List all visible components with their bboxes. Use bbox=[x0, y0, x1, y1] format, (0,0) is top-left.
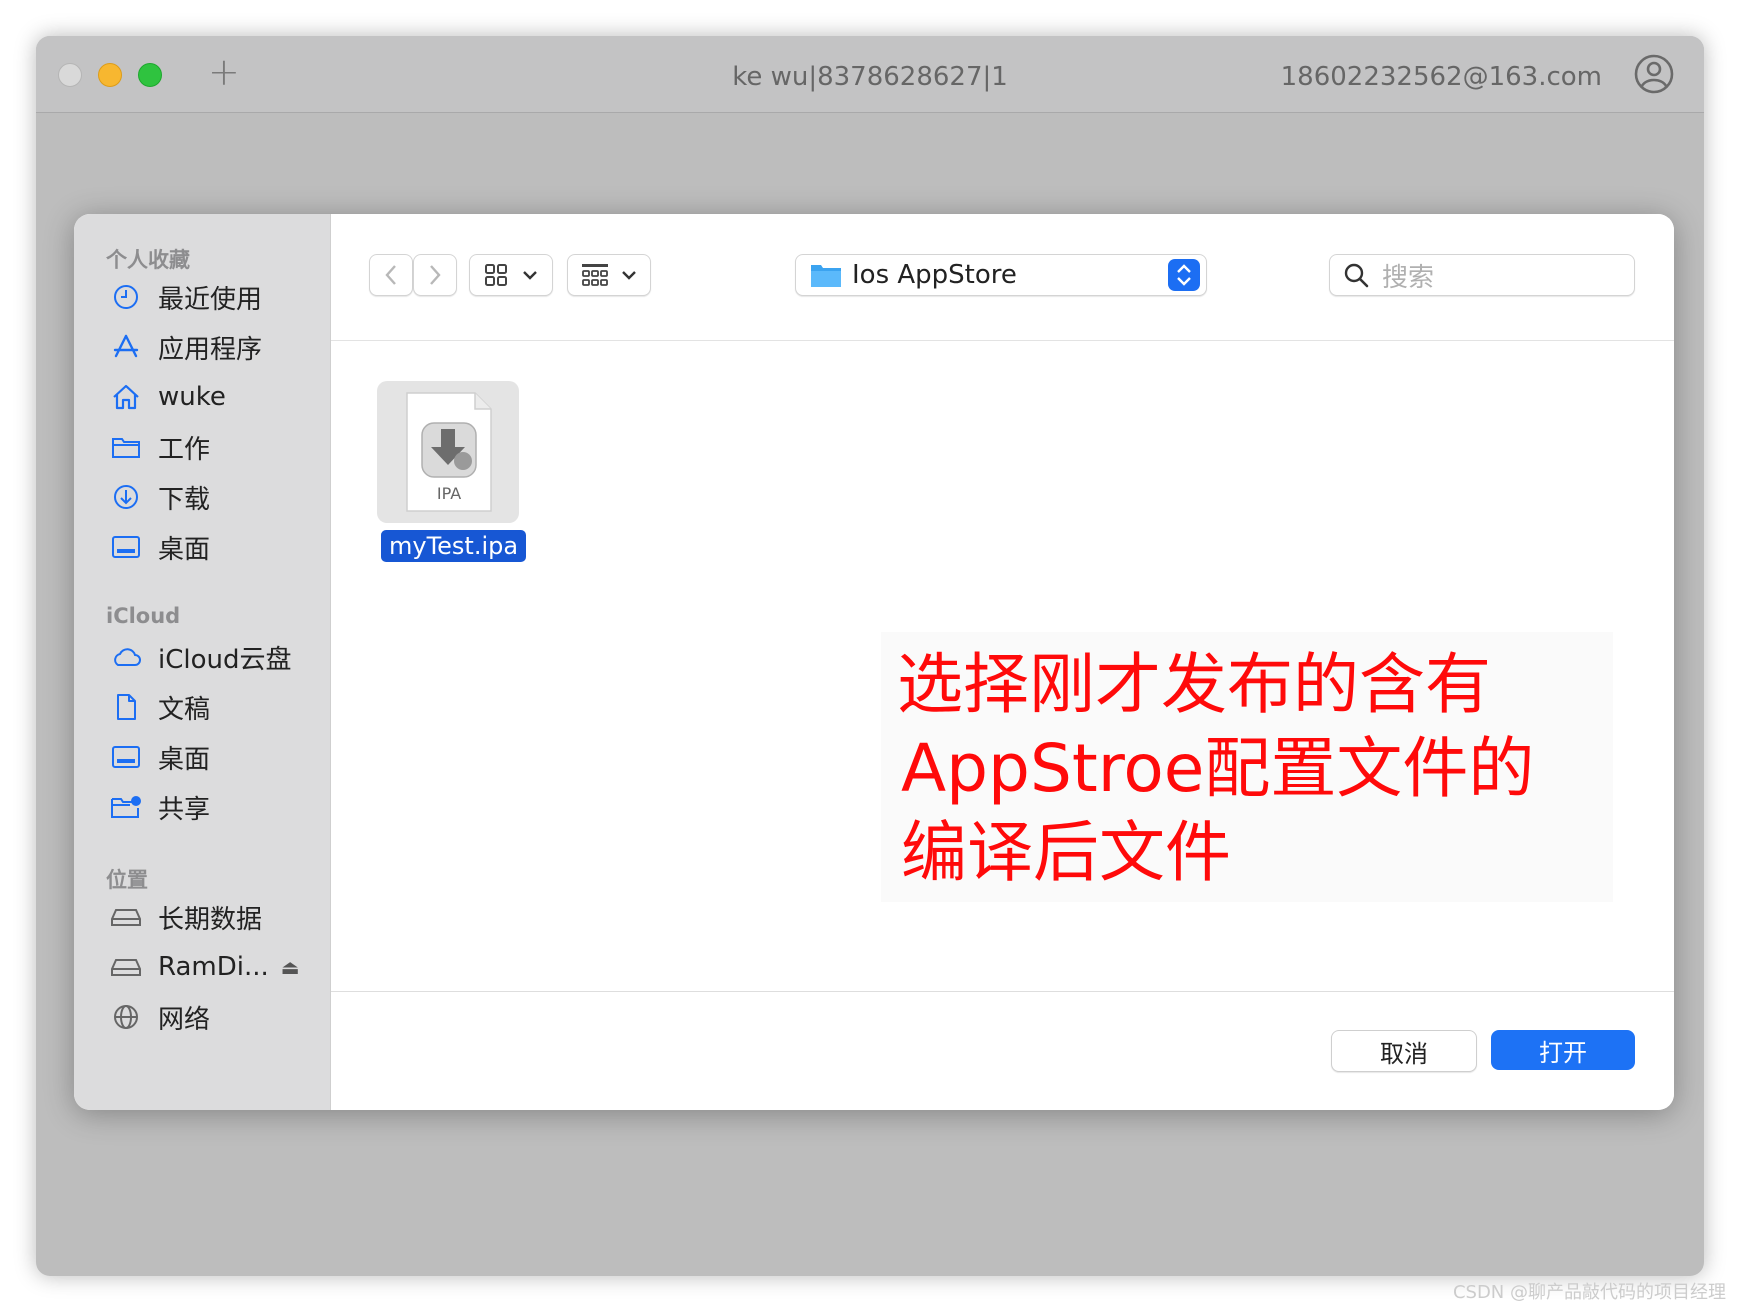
sidebar-item-label: 应用程序 bbox=[158, 334, 263, 365]
appstore-icon bbox=[110, 331, 142, 363]
drive-icon bbox=[110, 901, 142, 933]
account-email: 18602232562@163.com bbox=[1280, 62, 1602, 92]
sidebar-item-label: 桌面 bbox=[158, 534, 211, 565]
sidebar-item-label: 网络 bbox=[158, 1004, 211, 1035]
sidebar-item-documents[interactable]: 文稿 bbox=[110, 687, 210, 727]
sidebar-section-locations: 位置 bbox=[106, 868, 148, 892]
sidebar: 个人收藏 最近使用 应用程序 wuke 工作 下载 桌面 iCloud iClo… bbox=[74, 214, 331, 1110]
search-field[interactable]: 搜索 bbox=[1329, 254, 1635, 296]
open-file-dialog: 个人收藏 最近使用 应用程序 wuke 工作 下载 桌面 iCloud iClo… bbox=[74, 214, 1674, 1110]
updown-chevron-icon bbox=[1168, 259, 1200, 291]
sidebar-item-label: 最近使用 bbox=[158, 284, 263, 315]
sidebar-item-network[interactable]: 网络 bbox=[110, 997, 210, 1037]
annotation-line: AppStroe配置文件的 bbox=[901, 730, 1535, 807]
clock-icon bbox=[110, 281, 142, 313]
grid-view-icon bbox=[485, 264, 507, 286]
sidebar-item-work[interactable]: 工作 bbox=[110, 427, 210, 467]
location-name: Ios AppStore bbox=[852, 260, 1017, 290]
sidebar-item-label: RamDi... bbox=[158, 952, 269, 982]
forward-button[interactable] bbox=[413, 254, 457, 296]
location-popup[interactable]: Ios AppStore bbox=[795, 254, 1207, 296]
view-mode-button[interactable] bbox=[469, 254, 553, 296]
chevron-down-icon bbox=[622, 271, 636, 280]
sidebar-item-label: 下载 bbox=[158, 484, 211, 515]
sidebar-item-recents[interactable]: 最近使用 bbox=[110, 277, 262, 317]
drive-icon bbox=[110, 951, 142, 983]
cancel-button[interactable]: 取消 bbox=[1331, 1030, 1477, 1072]
back-button[interactable] bbox=[369, 254, 413, 296]
dialog-footer: 取消 打开 bbox=[331, 991, 1674, 1110]
folder-icon bbox=[811, 265, 841, 287]
main-pane: Ios AppStore 搜索 IPA myTest.ipa 选择刚才发布的含有… bbox=[331, 214, 1674, 1110]
toolbar: Ios AppStore 搜索 bbox=[331, 214, 1674, 341]
sidebar-item-long-term-data[interactable]: 长期数据 bbox=[110, 897, 262, 937]
sidebar-item-home[interactable]: wuke bbox=[110, 377, 226, 417]
desktop-icon bbox=[110, 741, 142, 773]
annotation-line: 编译后文件 bbox=[901, 814, 1231, 891]
file-type-label: IPA bbox=[437, 484, 461, 503]
desktop-icon bbox=[110, 531, 142, 563]
chevron-right-icon bbox=[430, 265, 441, 285]
shared-folder-icon bbox=[110, 791, 142, 823]
file-name-label[interactable]: myTest.ipa bbox=[381, 530, 527, 562]
group-mode-button[interactable] bbox=[567, 254, 651, 296]
network-icon bbox=[110, 1001, 142, 1033]
watermark: CSDN @聊产品敲代码的项目经理 bbox=[1452, 1282, 1726, 1303]
sidebar-section-favorites: 个人收藏 bbox=[106, 248, 190, 272]
sidebar-section-icloud: iCloud bbox=[106, 604, 181, 628]
annotation-line: 选择刚才发布的含有 bbox=[897, 646, 1491, 723]
sidebar-item-label: 工作 bbox=[158, 434, 211, 465]
document-icon bbox=[110, 691, 142, 723]
folder-icon bbox=[110, 431, 142, 463]
sidebar-item-desktop[interactable]: 桌面 bbox=[110, 527, 210, 567]
sidebar-item-label: 文稿 bbox=[158, 694, 211, 725]
chevron-left-icon bbox=[385, 265, 396, 285]
eject-icon[interactable]: ⏏ bbox=[281, 955, 300, 979]
cloud-icon bbox=[110, 641, 142, 673]
file-item-mytest-ipa[interactable]: IPA bbox=[377, 381, 519, 523]
user-avatar-icon[interactable] bbox=[1634, 54, 1674, 94]
sidebar-item-label: 长期数据 bbox=[158, 904, 263, 935]
open-button[interactable]: 打开 bbox=[1491, 1030, 1635, 1070]
ipa-file-icon: IPA bbox=[406, 392, 492, 512]
annotation-overlay: 选择刚才发布的含有 AppStroe配置文件的 编译后文件 bbox=[881, 632, 1613, 902]
sidebar-item-ramdisk[interactable]: RamDi... ⏏ bbox=[110, 947, 300, 987]
download-icon bbox=[110, 481, 142, 513]
sidebar-item-label: 共享 bbox=[158, 794, 211, 825]
gallery-view-icon bbox=[582, 264, 608, 286]
sidebar-item-label: wuke bbox=[158, 382, 226, 412]
sidebar-item-icloud-drive[interactable]: iCloud云盘 bbox=[110, 637, 292, 677]
sidebar-item-icloud-desktop[interactable]: 桌面 bbox=[110, 737, 210, 777]
app-window: + ke wu|8378628627|1 18602232562@163.com… bbox=[36, 36, 1704, 1276]
sidebar-item-downloads[interactable]: 下载 bbox=[110, 477, 210, 517]
sidebar-item-shared[interactable]: 共享 bbox=[110, 787, 210, 827]
title-bar: + ke wu|8378628627|1 18602232562@163.com bbox=[36, 36, 1704, 113]
search-placeholder: 搜索 bbox=[1382, 262, 1435, 293]
search-icon bbox=[1344, 263, 1369, 288]
sidebar-item-applications[interactable]: 应用程序 bbox=[110, 327, 262, 367]
sidebar-item-label: iCloud云盘 bbox=[158, 644, 292, 675]
chevron-down-icon bbox=[523, 271, 537, 280]
sidebar-item-label: 桌面 bbox=[158, 744, 211, 775]
home-icon bbox=[110, 381, 142, 413]
